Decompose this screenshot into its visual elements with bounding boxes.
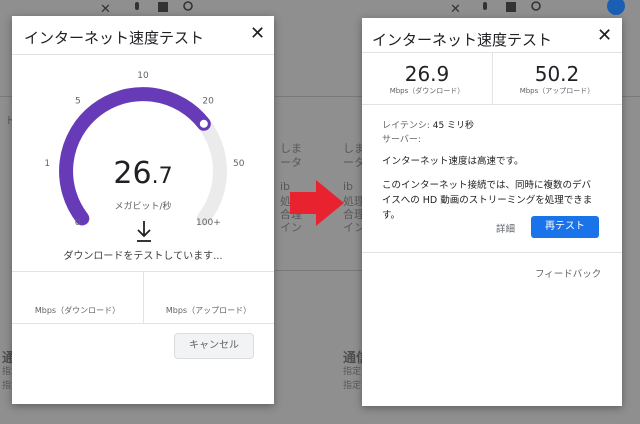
bg-text: 指定 — [343, 381, 362, 391]
bg-line — [0, 96, 12, 97]
bg-text: ib — [280, 180, 291, 193]
svg-text:✕: ✕ — [450, 2, 461, 16]
speed-unit: メガビット/秒 — [114, 202, 172, 212]
download-result-value: 26.9 — [404, 62, 450, 86]
bg-line — [275, 270, 365, 271]
result-summary: インターネット速度は高速です。 — [382, 156, 524, 167]
stats-divider-bottom — [12, 323, 274, 324]
feedback-link[interactable]: フィードバック — [535, 266, 601, 280]
speedtest-dialog-running: インターネット速度テスト ✕ 0 1 5 10 20 50 100+ 26.7 メガビット/… — [12, 16, 274, 404]
cancel-button[interactable]: キャンセル — [174, 333, 254, 359]
latency-label: レイテンシ: — [382, 121, 430, 131]
bg-line — [275, 96, 365, 97]
server-label: サーバー: — [382, 135, 421, 145]
latency-row: レイテンシ: 45 ミリ秒 — [382, 118, 474, 131]
gauge-tick-label: 100+ — [196, 218, 221, 228]
speed-value-dec: .7 — [151, 164, 173, 189]
download-arrow-icon — [137, 221, 151, 242]
gauge-tick-label: 0 — [75, 218, 81, 228]
test-status: ダウンロードをテストしています... — [63, 251, 223, 262]
transition-arrow-icon — [290, 180, 344, 226]
bg-text: ータ — [280, 156, 302, 169]
retest-button[interactable]: 再テスト — [531, 216, 599, 238]
close-icon[interactable]: ✕ — [250, 25, 265, 43]
bg-text: 指定 — [343, 367, 362, 377]
server-row: サーバー: — [382, 132, 421, 145]
results-divider-bottom — [362, 104, 622, 105]
upload-label: Mbps（アップロード） — [165, 306, 252, 315]
footer-divider — [362, 252, 622, 253]
svg-text:✕: ✕ — [100, 2, 111, 16]
gauge-tick-label: 20 — [202, 96, 214, 106]
dialog-title: インターネット速度テスト — [24, 29, 205, 47]
close-icon[interactable]: ✕ — [597, 27, 612, 45]
speed-readout: 26.7 — [12, 156, 274, 191]
gauge-tick-label: 5 — [75, 96, 81, 106]
speedtest-dialog-result: インターネット速度テスト ✕ 26.9 Mbps（ダウンロード） 50.2 Mb… — [362, 18, 622, 406]
download-result-label: Mbps（ダウンロード） — [389, 87, 465, 95]
upload-result-label: Mbps（アップロード） — [519, 87, 595, 95]
speed-value-int: 26 — [113, 156, 152, 191]
upload-result-value: 50.2 — [534, 62, 580, 86]
gauge-knob — [197, 117, 210, 130]
gauge-tick-label: 10 — [137, 71, 149, 81]
header-divider — [12, 54, 274, 55]
dialog-title: インターネット速度テスト — [372, 31, 553, 49]
bg-toolbar-icons-right: ✕ — [450, 0, 625, 16]
details-link[interactable]: 詳細 — [496, 221, 515, 235]
latency-value: 45 ミリ秒 — [432, 121, 475, 131]
bg-toolbar-icons: ✕ — [100, 1, 193, 16]
download-label: Mbps（ダウンロード） — [34, 306, 121, 315]
